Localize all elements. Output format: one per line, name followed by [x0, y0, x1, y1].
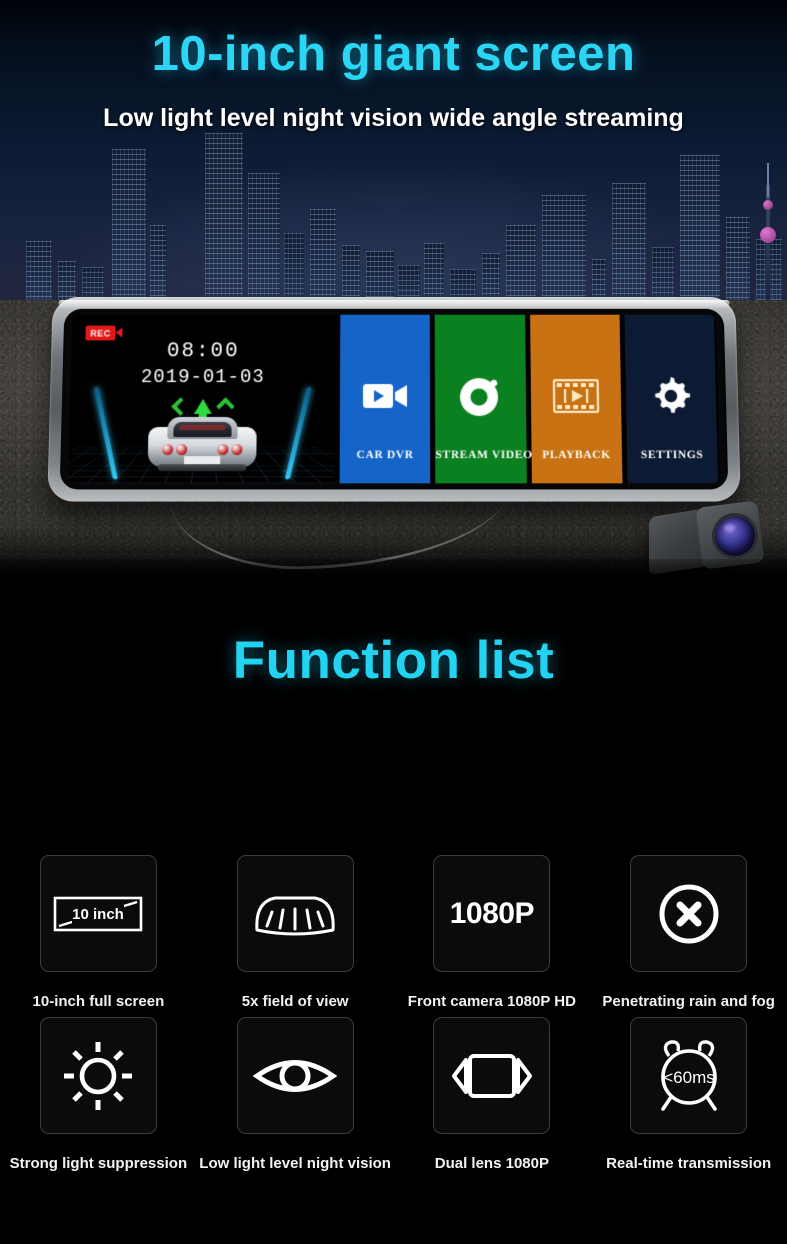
camera-lens: [715, 516, 755, 556]
tile-label: STREAM VIDEO: [435, 449, 533, 462]
circle-x-icon: [630, 855, 748, 972]
app-tile-row: CAR DVR STREAM VIDEO PLAYBACK SETTINGS: [335, 314, 721, 484]
mirror-bezel: REC 08:00 2019-01-03 CAR DVR STREAM VIDE…: [59, 308, 729, 490]
function-label: Front camera 1080P HD: [407, 993, 576, 1010]
screen-size-icon: 10 inch: [39, 855, 157, 972]
function-item-dual-lens-1080p: Dual lens 1080P: [394, 1017, 591, 1172]
function-label: 5x field of view: [241, 993, 349, 1010]
resolution-text: 1080P: [449, 896, 535, 930]
hero-subtitle: Low light level night vision wide angle …: [103, 104, 684, 132]
live-camera-view[interactable]: REC 08:00 2019-01-03: [67, 314, 336, 484]
function-item-10-inch-full-screen: 10 inch 10-inch full screen: [0, 855, 197, 1010]
function-label: Strong light suppression: [9, 1155, 188, 1172]
function-list-grid: 10 inch 10-inch full screen 5x field of …: [0, 855, 787, 1172]
function-item-low-light-night-vision: Low light level night vision: [197, 1017, 394, 1172]
function-item-5x-field-of-view: 5x field of view: [197, 855, 394, 1010]
function-label: Low light level night vision: [199, 1155, 391, 1172]
tile-stream-video[interactable]: STREAM VIDEO: [434, 314, 533, 484]
osd-date: 2019-01-03: [140, 366, 265, 389]
resolution-icon: 1080P: [433, 855, 551, 972]
tile-playback[interactable]: PLAYBACK: [529, 314, 623, 484]
function-row: 10 inch 10-inch full screen 5x field of …: [0, 855, 787, 1010]
latency-text: <60ms: [663, 1068, 715, 1087]
eye-icon: [236, 1017, 354, 1134]
car-graphic: [139, 407, 264, 473]
hero-banner: REC 08:00 2019-01-03 CAR DVR STREAM VIDE…: [0, 0, 787, 585]
gear-icon: [649, 360, 693, 432]
hero-fade: [0, 559, 787, 585]
tile-settings[interactable]: SETTINGS: [624, 314, 719, 484]
rec-badge: REC: [85, 325, 116, 341]
function-item-strong-light-suppression: Strong light suppression: [0, 1017, 197, 1172]
function-list-title: Function list: [232, 631, 555, 690]
film-strip-icon: [552, 360, 599, 432]
function-item-penetrating-rain-and-fog: Penetrating rain and fog: [590, 855, 787, 1010]
city-skyline: [0, 120, 787, 305]
alarm-clock-icon: <60ms: [630, 1017, 748, 1134]
function-label: Real-time transmission: [606, 1155, 772, 1172]
tile-car-dvr[interactable]: CAR DVR: [339, 314, 431, 484]
dual-lens-icon: [433, 1017, 551, 1134]
svg-text:10 inch: 10 inch: [73, 906, 125, 923]
mirror-dashcam-device: REC 08:00 2019-01-03 CAR DVR STREAM VIDE…: [47, 297, 741, 502]
product-page: REC 08:00 2019-01-03 CAR DVR STREAM VIDE…: [0, 0, 787, 1244]
function-row: Strong light suppression Low light level…: [0, 1017, 787, 1172]
function-label: Dual lens 1080P: [434, 1155, 549, 1172]
sun-icon: [39, 1017, 157, 1134]
tile-label: CAR DVR: [356, 449, 414, 462]
hero-title: 10-inch giant screen: [151, 27, 636, 81]
function-item-front-camera-1080p: 1080P Front camera 1080P HD: [394, 855, 591, 1010]
tile-label: PLAYBACK: [542, 449, 611, 462]
tile-label: SETTINGS: [640, 449, 704, 462]
function-label: 10-inch full screen: [32, 993, 165, 1010]
wide-angle-icon: [236, 855, 354, 972]
camcorder-icon: [362, 360, 408, 432]
camera-lens-icon: [458, 360, 502, 432]
osd-time: 08:00: [166, 340, 240, 364]
device-screen[interactable]: REC 08:00 2019-01-03 CAR DVR STREAM VIDE…: [67, 314, 721, 484]
function-label: Penetrating rain and fog: [602, 993, 775, 1010]
function-item-real-time-transmission: <60ms Real-time transmission: [590, 1017, 787, 1172]
